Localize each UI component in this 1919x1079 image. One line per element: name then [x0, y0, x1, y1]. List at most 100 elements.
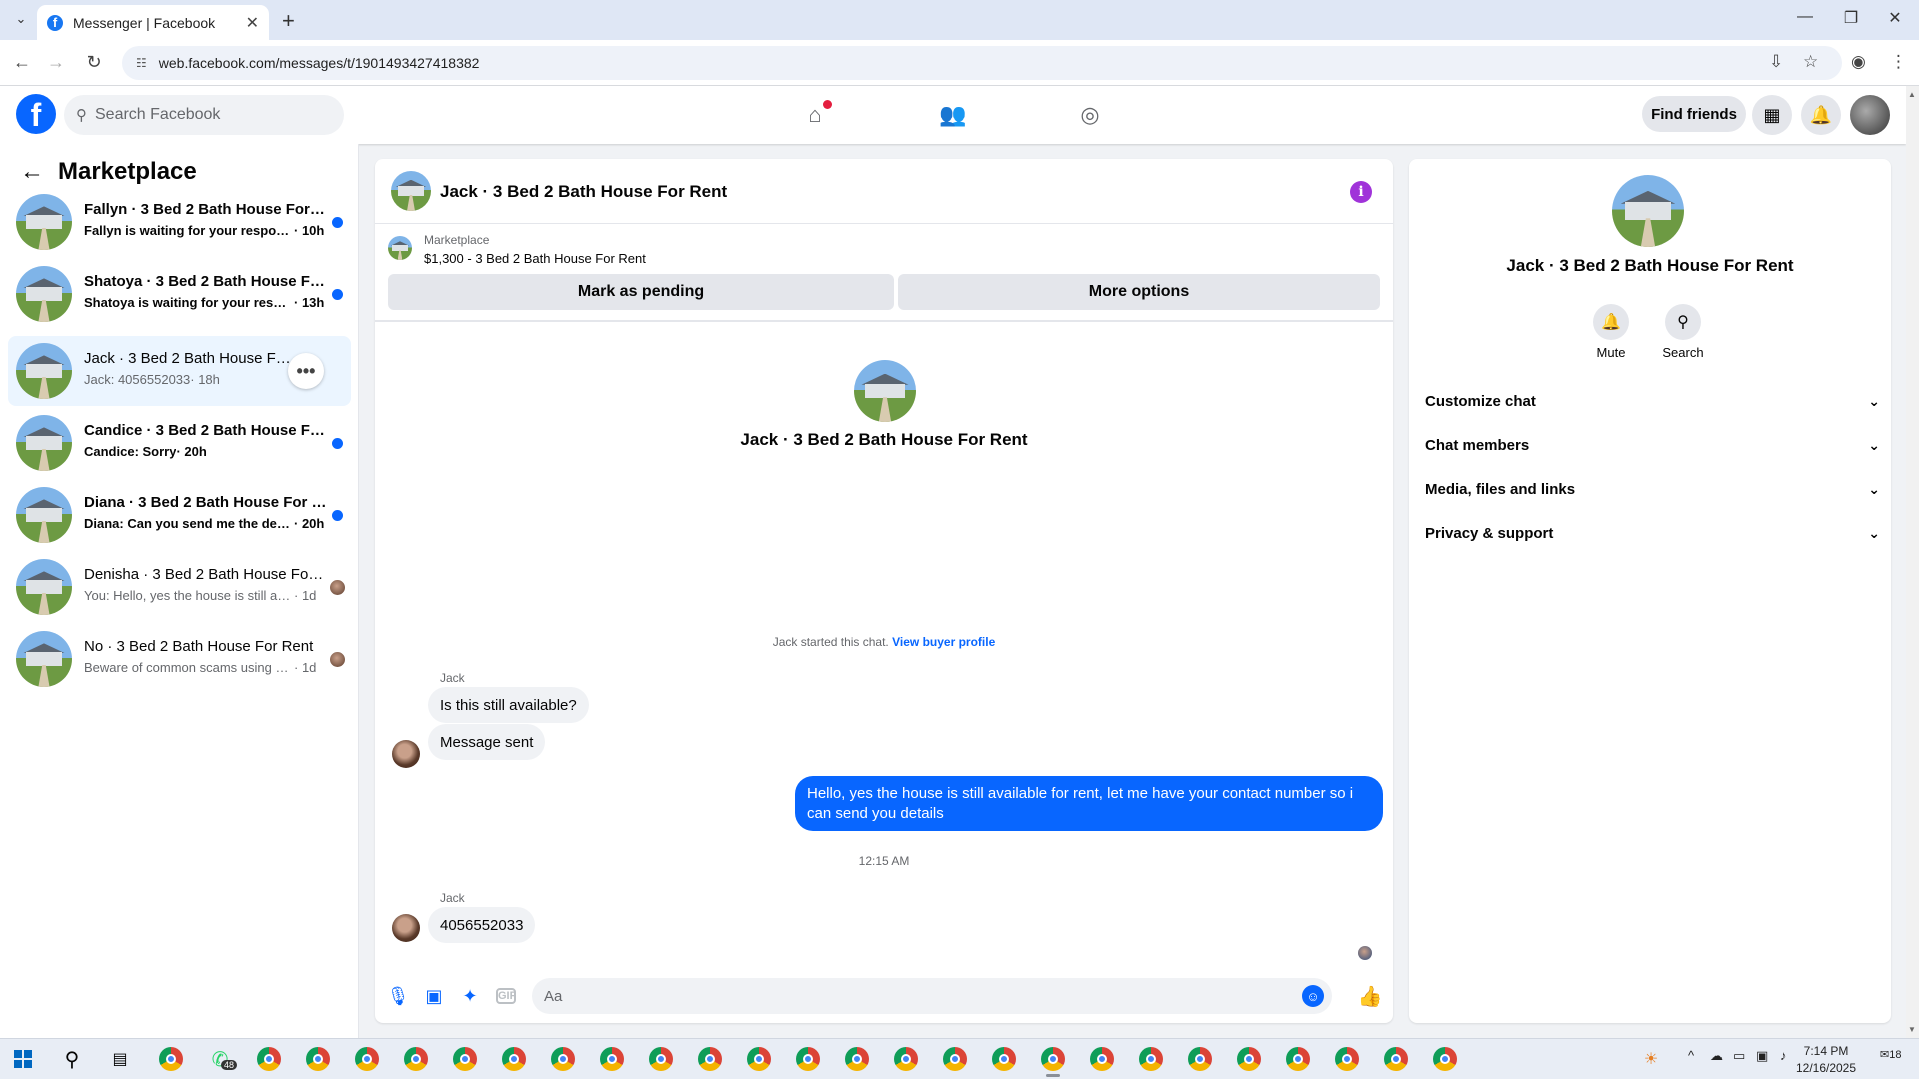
search-icon[interactable]: ⚲	[1665, 304, 1701, 340]
chrome-menu-icon[interactable]: ⋮	[1890, 52, 1907, 72]
back-icon[interactable]: ←	[10, 52, 34, 73]
chat-list-item[interactable]: Denisha · 3 Bed 2 Bath House For Rent Yo…	[8, 552, 351, 622]
url-bar[interactable]: ☷ web.facebook.com/messages/t/1901493427…	[122, 46, 1842, 80]
bookmark-star-icon[interactable]: ☆	[1803, 52, 1818, 72]
network-icon[interactable]: ▣	[1756, 1048, 1768, 1064]
chrome-app-icon[interactable]	[1138, 1046, 1164, 1072]
chrome-app-icon[interactable]	[844, 1046, 870, 1072]
microphone-icon[interactable]: 🎙	[386, 984, 410, 1008]
chrome-app-icon[interactable]	[795, 1046, 821, 1072]
site-settings-icon[interactable]: ☷	[136, 56, 147, 70]
chrome-app-icon[interactable]	[942, 1046, 968, 1072]
view-buyer-profile-link[interactable]: View buyer profile	[892, 635, 995, 649]
chat-list-item[interactable]: Fallyn · 3 Bed 2 Bath House For Rent Fal…	[8, 187, 351, 257]
notifications-bell-icon[interactable]: 🔔	[1801, 95, 1841, 135]
chrome-app-icon[interactable]	[1236, 1046, 1262, 1072]
outgoing-message[interactable]: Hello, yes the house is still available …	[795, 776, 1383, 831]
new-tab-button[interactable]: +	[282, 8, 295, 34]
incoming-message[interactable]: Is this still available?	[428, 687, 589, 723]
chrome-app-icon[interactable]	[746, 1046, 772, 1072]
privacy-support-row[interactable]: Privacy & support ⌄	[1425, 515, 1880, 551]
facebook-logo-icon[interactable]: f	[16, 94, 56, 134]
chrome-app-icon[interactable]	[158, 1046, 184, 1072]
sender-avatar[interactable]	[392, 914, 420, 942]
chrome-app-icon[interactable]	[305, 1046, 331, 1072]
chrome-app-icon[interactable]	[697, 1046, 723, 1072]
info-icon[interactable]: i	[1350, 181, 1372, 203]
chrome-app-icon[interactable]	[991, 1046, 1017, 1072]
friends-icon[interactable]: 👥	[938, 100, 968, 130]
mute-bell-icon[interactable]: 🔔	[1593, 304, 1629, 340]
chrome-app-icon[interactable]	[550, 1046, 576, 1072]
chrome-app-icon[interactable]	[1285, 1046, 1311, 1072]
page-scrollbar[interactable]: ▲ ▼	[1906, 86, 1919, 1038]
chrome-app-icon[interactable]	[452, 1046, 478, 1072]
chrome-app-icon[interactable]	[893, 1046, 919, 1072]
close-window-icon[interactable]: ✕	[1885, 8, 1905, 28]
close-tab-icon[interactable]: ✕	[246, 13, 259, 33]
chat-list-item[interactable]: Candice · 3 Bed 2 Bath House For Rent Ca…	[8, 408, 351, 478]
chat-members-row[interactable]: Chat members ⌄	[1425, 427, 1880, 463]
message-composer[interactable]: ☺	[532, 978, 1332, 1014]
chat-list-item[interactable]: Shatoya · 3 Bed 2 Bath House For Rent Sh…	[8, 259, 351, 329]
emoji-icon[interactable]: ☺	[1302, 985, 1324, 1007]
more-options-icon[interactable]: •••	[288, 353, 324, 389]
chrome-app-icon[interactable]	[1089, 1046, 1115, 1072]
message-input[interactable]	[544, 987, 1302, 1005]
chat-list-item[interactable]: No · 3 Bed 2 Bath House For Rent Beware …	[8, 624, 351, 694]
chat-list-item-active[interactable]: Jack · 3 Bed 2 Bath House For Rent Jack:…	[8, 336, 351, 406]
chrome-app-icon[interactable]	[599, 1046, 625, 1072]
chrome-app-icon[interactable]	[1383, 1046, 1409, 1072]
tab-search-chevron-icon[interactable]: ⌄	[10, 8, 32, 30]
customize-chat-row[interactable]: Customize chat ⌄	[1425, 383, 1880, 419]
listing-price[interactable]: $1,300 - 3 Bed 2 Bath House For Rent	[424, 251, 646, 266]
chrome-app-icon[interactable]	[403, 1046, 429, 1072]
install-app-icon[interactable]: ⇩	[1769, 52, 1783, 72]
forward-icon[interactable]: →	[44, 52, 68, 73]
windows-start-icon[interactable]	[10, 1046, 36, 1072]
incoming-message[interactable]: 4056552033	[428, 907, 536, 943]
menu-grid-icon[interactable]: ▦	[1752, 95, 1792, 135]
reload-icon[interactable]: ↻	[82, 52, 106, 73]
chat-list-item[interactable]: Diana · 3 Bed 2 Bath House For Rent Dian…	[8, 480, 351, 550]
thumbs-up-icon[interactable]: 👍	[1358, 984, 1383, 1008]
chrome-app-icon[interactable]	[1432, 1046, 1458, 1072]
chrome-app-icon[interactable]	[354, 1046, 380, 1072]
incoming-message[interactable]: Message sent	[428, 724, 546, 760]
conversation-title[interactable]: Jack · 3 Bed 2 Bath House For Rent	[440, 182, 727, 202]
weather-icon[interactable]: ☀	[1638, 1046, 1664, 1072]
profile-icon[interactable]: ◉	[1851, 52, 1866, 72]
more-options-button[interactable]: More options	[898, 274, 1380, 310]
sticker-icon[interactable]: ✦	[458, 984, 482, 1008]
search-icon[interactable]: ⚲	[59, 1046, 85, 1072]
camera-icon[interactable]: ▭	[1733, 1048, 1745, 1064]
chrome-app-icon-active[interactable]	[1040, 1046, 1066, 1072]
conversation-avatar[interactable]	[391, 171, 431, 211]
notification-center-icon[interactable]: ✉18	[1880, 1048, 1901, 1061]
restore-icon[interactable]: ❐	[1841, 8, 1861, 28]
mark-as-pending-button[interactable]: Mark as pending	[388, 274, 894, 310]
chrome-app-icon[interactable]	[1334, 1046, 1360, 1072]
system-clock[interactable]: 7:14 PM 12/16/2025	[1786, 1043, 1866, 1077]
chrome-app-icon[interactable]	[256, 1046, 282, 1072]
search-input[interactable]	[95, 106, 315, 124]
browser-tab[interactable]: f Messenger | Facebook ✕	[37, 5, 269, 40]
find-friends-button[interactable]: Find friends	[1642, 96, 1746, 132]
mute-label[interactable]: Mute	[1571, 345, 1651, 360]
onedrive-cloud-icon[interactable]: ☁	[1710, 1048, 1723, 1064]
account-avatar[interactable]	[1850, 95, 1890, 135]
media-files-links-row[interactable]: Media, files and links ⌄	[1425, 471, 1880, 507]
groups-icon[interactable]: ◎	[1075, 100, 1105, 130]
chrome-app-icon[interactable]	[648, 1046, 674, 1072]
back-arrow-icon[interactable]: ←	[20, 158, 44, 186]
chrome-app-icon[interactable]	[501, 1046, 527, 1072]
minimize-icon[interactable]: —	[1795, 8, 1815, 26]
facebook-search[interactable]: ⚲	[64, 95, 344, 135]
sender-avatar[interactable]	[392, 740, 420, 768]
attach-photo-icon[interactable]: ▣	[422, 984, 446, 1008]
gif-icon[interactable]: GIF	[494, 984, 518, 1008]
task-view-icon[interactable]: ▤	[107, 1046, 133, 1072]
show-hidden-icons-chevron-icon[interactable]: ^	[1688, 1048, 1694, 1063]
search-label[interactable]: Search	[1643, 345, 1723, 360]
chrome-app-icon[interactable]	[1187, 1046, 1213, 1072]
